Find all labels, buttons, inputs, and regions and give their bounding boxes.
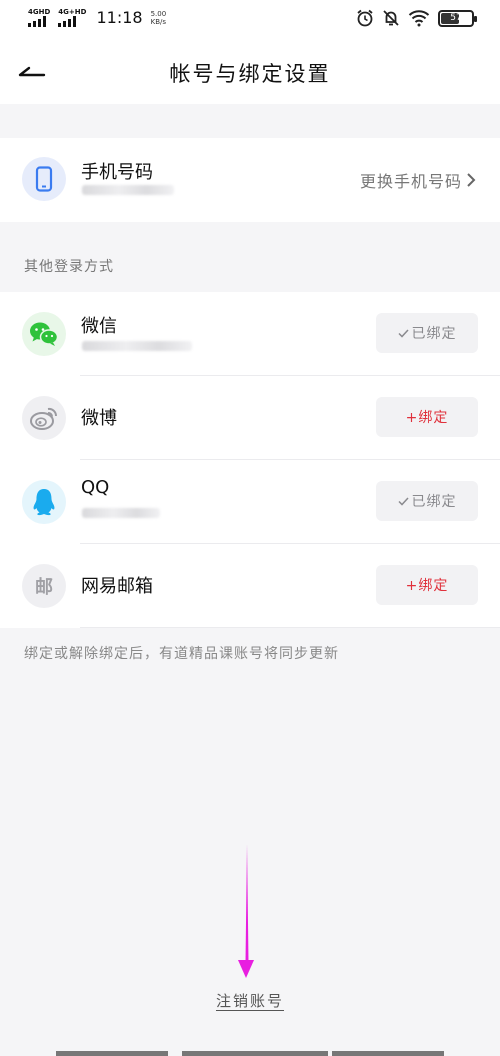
check-icon [397,496,409,506]
divider [80,627,500,628]
phone-icon [22,157,66,201]
account-masked [82,508,160,518]
login-name: QQ [81,477,110,498]
account-masked [82,341,192,351]
battery-level: 57 [450,13,462,23]
netease-mail-icon: 邮 [22,564,66,608]
qq-bind-button[interactable]: 已绑定 [376,481,478,521]
check-icon [397,328,409,338]
qq-icon [22,480,66,524]
login-name: 微信 [81,316,117,337]
section-label-other-login: 其他登录方式 [24,259,114,275]
deactivate-account-link[interactable]: 注销账号 [0,990,500,1011]
signal-1: 4GHD [28,8,50,27]
wifi-icon [408,10,430,27]
other-login-list: 微信 已绑定 微博 +绑定 QQ 已绑定 邮 网易邮箱 +绑定 [0,292,500,628]
network-speed: 5.00 KB/s [150,9,167,26]
phone-number-masked [82,185,174,195]
status-bar: 4GHD 4G+HD 11:18 5.00 KB/s 57 [0,0,500,40]
phone-label: 手机号码 [81,162,153,183]
nav-bar-segment [182,1051,328,1056]
network-type-1: 4GHD [28,8,51,16]
signal-2: 4G+HD [58,8,86,27]
page-title: 帐号与绑定设置 [169,62,331,86]
weibo-bind-button[interactable]: +绑定 [376,397,478,437]
change-phone-link[interactable]: 更换手机号码 [360,168,476,192]
alarm-icon [357,9,373,27]
mute-bell-icon [383,10,399,26]
wechat-icon [22,312,66,356]
signal-bars-icon [28,16,46,27]
phone-number-row[interactable]: 手机号码 更换手机号码 [0,138,500,222]
login-row-netease-mail: 邮 网易邮箱 +绑定 [0,544,500,628]
sync-note: 绑定或解除绑定后，有道精品课账号将同步更新 [24,646,339,662]
chevron-right-icon [467,173,476,187]
battery-icon: 57 [438,9,477,27]
login-row-qq: QQ 已绑定 [0,460,500,544]
nav-bar-segment [332,1051,444,1056]
netease-mail-bind-button[interactable]: +绑定 [376,565,478,605]
login-row-wechat: 微信 已绑定 [0,292,500,376]
login-row-weibo: 微博 +绑定 [0,376,500,460]
nav-bar-segment [56,1051,168,1056]
network-type-2: 4G+HD [58,8,87,16]
login-name: 微博 [81,408,117,429]
annotation-arrow-icon [238,844,254,978]
wechat-bind-button[interactable]: 已绑定 [376,313,478,353]
login-name: 网易邮箱 [81,576,153,597]
header: 帐号与绑定设置 [0,40,500,104]
weibo-icon [22,396,66,440]
clock: 11:18 [96,8,143,27]
signal-bars-icon [58,16,77,27]
